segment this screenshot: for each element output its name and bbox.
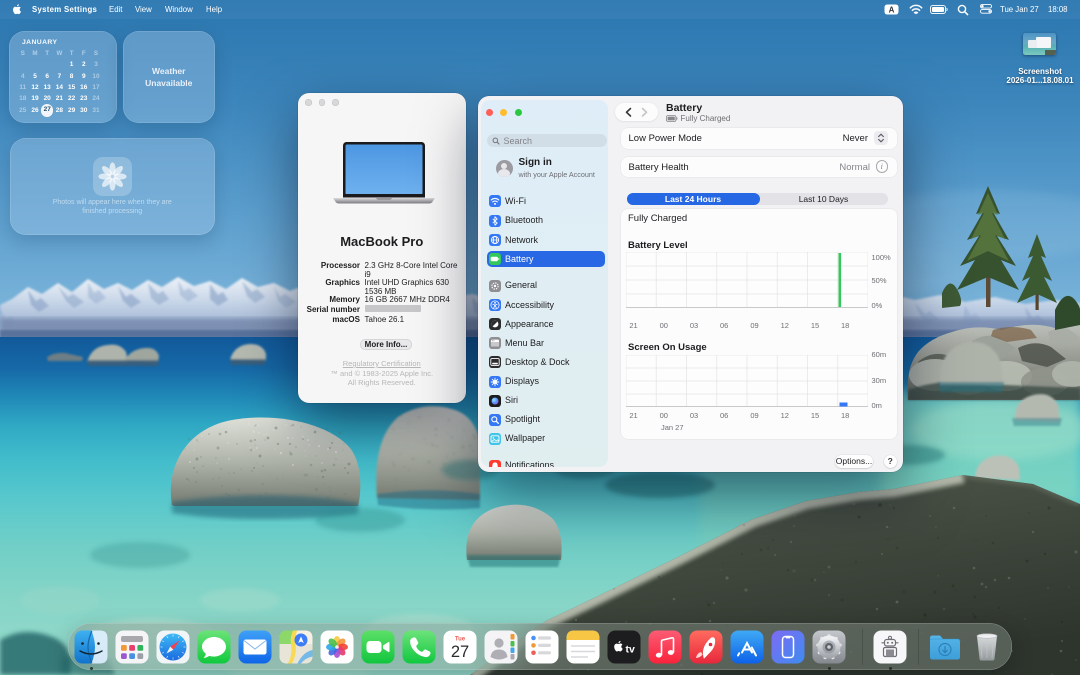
svg-text:27: 27	[451, 643, 469, 661]
svg-text:Tue: Tue	[455, 637, 466, 643]
svg-text:tv: tv	[626, 644, 635, 656]
svg-text:A: A	[889, 5, 895, 14]
